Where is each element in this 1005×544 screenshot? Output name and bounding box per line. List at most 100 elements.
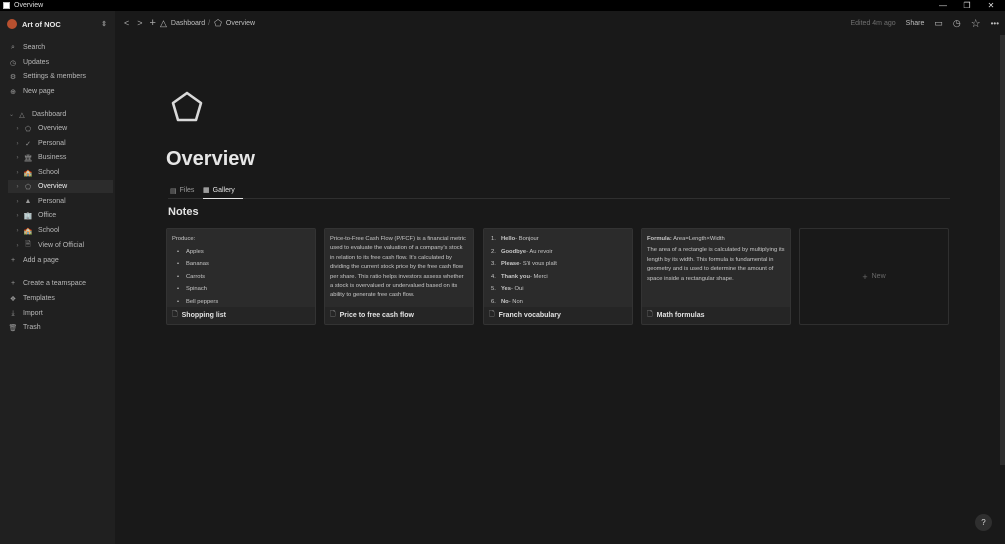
- sidebar-item-label: School: [38, 169, 60, 176]
- chevron-right-icon[interactable]: ›: [14, 184, 21, 190]
- sidebar-item-settings[interactable]: ⚙ Settings & members: [8, 70, 113, 83]
- sidebar-item-overview[interactable]: › ⬠ Overview: [14, 122, 119, 135]
- sidebar: Art of NOC ⇕ ⌕ Search ◷ Updates ⚙ Settin…: [0, 11, 115, 544]
- forward-arrow-icon[interactable]: >: [137, 18, 142, 28]
- section-title: Notes: [168, 206, 199, 218]
- sidebar-item-label: Overview: [38, 183, 68, 190]
- sidebar-item-label: View of Official: [38, 242, 85, 249]
- share-button[interactable]: Share: [906, 20, 925, 27]
- tab-files[interactable]: ▤ Files: [170, 182, 194, 199]
- plus-icon[interactable]: +: [150, 17, 156, 29]
- pentagon-icon: ⬠: [24, 183, 32, 191]
- plus-icon: +: [862, 271, 868, 282]
- history-icon[interactable]: ◷: [953, 18, 961, 29]
- chevron-right-icon[interactable]: ›: [14, 141, 21, 147]
- sidebar-item-school-2[interactable]: › 🏫 School: [14, 224, 119, 237]
- sidebar-item-label: Import: [23, 310, 43, 317]
- gallery-card-shopping-list[interactable]: Produce: Apples Bananas Carrots Spinach …: [166, 228, 316, 325]
- window-titlebar: Overview — ❐ ✕: [0, 0, 1005, 11]
- minimize-button[interactable]: —: [931, 0, 955, 11]
- card-preview: Produce: Apples Bananas Carrots Spinach …: [167, 229, 315, 307]
- formula-line: Formula: Area=Length×Width: [647, 236, 725, 242]
- sidebar-item-create-teamspace[interactable]: + Create a teamspace: [8, 277, 113, 290]
- sidebar-item-trash[interactable]: 🗑 Trash: [8, 321, 113, 334]
- sidebar-item-overview-selected[interactable]: › ⬠ Overview: [8, 180, 113, 193]
- tab-gallery[interactable]: ▦ Gallery: [203, 182, 243, 199]
- tab-label: Gallery: [212, 186, 235, 194]
- back-arrow-icon[interactable]: <: [124, 18, 129, 28]
- star-icon[interactable]: ☆: [971, 17, 981, 30]
- sidebar-item-search[interactable]: ⌕ Search: [8, 41, 113, 54]
- card-text: Price-to-Free Cash Flow (P/FCF) is a fin…: [330, 236, 466, 299]
- chevron-right-icon[interactable]: ›: [14, 170, 21, 176]
- pentagon-page-icon[interactable]: [170, 90, 204, 124]
- sidebar-item-label: Personal: [38, 140, 66, 147]
- sidebar-item-school[interactable]: › 🏫 School: [14, 166, 119, 179]
- pentagon-icon: ⬠: [214, 17, 222, 28]
- new-card-button[interactable]: + New: [799, 228, 949, 325]
- clock-icon: ◷: [9, 59, 17, 67]
- gallery-card-franch-vocabulary[interactable]: 1. Hello - Bonjour 2. Goodbye - Au revoir …: [483, 228, 633, 325]
- close-button[interactable]: ✕: [979, 0, 1003, 11]
- add-page-button[interactable]: + Add a page: [8, 254, 113, 267]
- checkmark-icon: ✓: [25, 140, 31, 148]
- view-tabs: ▤ Files ▦ Gallery: [168, 182, 950, 199]
- chevron-right-icon[interactable]: ›: [14, 243, 21, 249]
- comment-icon[interactable]: ▭: [934, 18, 943, 29]
- restore-button[interactable]: ❐: [955, 0, 979, 11]
- triangle-icon: △: [19, 111, 25, 119]
- tab-label: Files: [179, 187, 195, 194]
- scrollbar[interactable]: [1000, 35, 1005, 465]
- card-text: The area of a rectangle is calculated by…: [647, 247, 785, 282]
- sidebar-item-label: Dashboard: [32, 111, 67, 118]
- page-title[interactable]: Overview: [166, 148, 255, 171]
- sidebar-item-label: Templates: [23, 295, 55, 302]
- chevron-right-icon[interactable]: ›: [14, 213, 21, 219]
- sidebar-item-import[interactable]: ⤓ Import: [8, 307, 113, 320]
- search-icon: ⌕: [11, 43, 15, 51]
- sidebar-item-office[interactable]: › 🏢 Office: [14, 209, 119, 222]
- list-item: Apples: [176, 248, 310, 258]
- app-icon: [3, 2, 10, 9]
- chevron-right-icon[interactable]: ›: [14, 126, 21, 132]
- gallery-icon: ▦: [203, 187, 210, 194]
- sidebar-item-updates[interactable]: ◷ Updates: [8, 56, 113, 69]
- list-item: Spinach: [176, 285, 310, 295]
- sidebar-item-label: Settings & members: [23, 73, 87, 80]
- help-button[interactable]: ?: [975, 514, 992, 531]
- templates-icon: ❖: [9, 295, 17, 303]
- sidebar-item-personal-2[interactable]: › ▲ Personal: [14, 195, 119, 208]
- card-footer: 🗋 Price to free cash flow: [330, 309, 414, 322]
- plus-icon: +: [10, 257, 16, 264]
- plus-circle-icon: ⊕: [10, 88, 16, 96]
- document-icon: 🗋: [172, 311, 178, 318]
- sidebar-item-templates[interactable]: ❖ Templates: [8, 292, 113, 305]
- import-icon: ⤓: [11, 309, 15, 317]
- workspace-logo: [7, 19, 17, 29]
- breadcrumb-dashboard[interactable]: Dashboard: [171, 20, 205, 27]
- list-item: Carrots: [176, 273, 310, 283]
- sidebar-item-personal[interactable]: › ✓ Personal: [14, 137, 119, 150]
- breadcrumb-overview[interactable]: Overview: [226, 20, 255, 27]
- card-preview: Price-to-Free Cash Flow (P/FCF) is a fin…: [325, 229, 473, 307]
- card-footer: 🗋 Math formulas: [647, 309, 704, 322]
- bank-icon: 🏛: [23, 154, 33, 162]
- sidebar-item-label: Business: [38, 154, 67, 161]
- sidebar-item-dashboard[interactable]: ⌄ △ Dashboard: [8, 108, 113, 121]
- sidebar-item-business[interactable]: › 🏛 Business: [14, 151, 119, 164]
- sidebar-item-label: School: [38, 227, 60, 234]
- sidebar-item-new-page[interactable]: ⊕ New page: [8, 85, 113, 98]
- sidebar-item-view-of-official[interactable]: › 🗎 View of Official: [14, 239, 119, 252]
- workspace-switcher[interactable]: Art of NOC ⇕: [7, 16, 107, 32]
- window-title: Overview: [14, 2, 44, 9]
- gallery-card-price-to-free-cash-flow[interactable]: Price-to-Free Cash Flow (P/FCF) is a fin…: [324, 228, 474, 325]
- chevron-right-icon[interactable]: ›: [14, 228, 21, 234]
- more-icon[interactable]: •••: [991, 19, 999, 28]
- gallery-card-math-formulas[interactable]: Formula: Area=Length×Width The area of a…: [641, 228, 791, 325]
- sidebar-item-label: Updates: [23, 59, 50, 66]
- card-title: Price to free cash flow: [339, 312, 414, 319]
- chevron-right-icon[interactable]: ›: [14, 199, 21, 205]
- chevron-down-icon[interactable]: ⌄: [8, 111, 15, 118]
- chevron-right-icon[interactable]: ›: [14, 155, 21, 161]
- card-title: Franch vocabulary: [498, 312, 561, 319]
